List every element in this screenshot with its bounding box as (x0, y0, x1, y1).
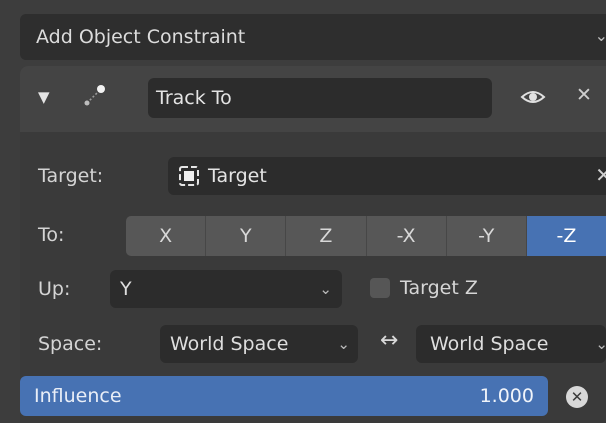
delete-constraint-icon[interactable]: ✕ (576, 84, 592, 106)
swap-spaces-icon[interactable]: ↔ (380, 328, 398, 353)
influence-slider[interactable]: Influence 1.000 (20, 376, 548, 416)
target-space-select[interactable]: World Space ⌄ (416, 325, 606, 363)
chevron-down-icon: ⌄ (595, 335, 606, 353)
properties-editor: Add Object Constraint ⌄ ▼ Track To ✕ Tar… (0, 0, 606, 423)
owner-space-value: World Space (170, 333, 289, 355)
axis-z-button[interactable]: Z (286, 216, 367, 256)
owner-space-select[interactable]: World Space ⌄ (160, 325, 358, 363)
target-label: Target: (38, 165, 104, 187)
chevron-down-icon: ⌄ (594, 26, 606, 45)
constraint-name-text: Track To (156, 87, 232, 109)
axis-x-button[interactable]: X (126, 216, 207, 256)
track-to-constraint-icon (84, 85, 105, 106)
influence-label: Influence (34, 385, 122, 407)
axis-neg-y-button[interactable]: -Y (446, 216, 527, 256)
clear-target-icon[interactable]: ✕ (595, 163, 606, 187)
target-z-checkbox[interactable] (370, 278, 390, 298)
reset-influence-icon[interactable]: ✕ (566, 386, 588, 408)
target-value: Target (208, 165, 267, 187)
target-space-value: World Space (430, 333, 549, 355)
up-axis-select[interactable]: Y ⌄ (110, 270, 342, 308)
eye-icon[interactable] (520, 86, 546, 108)
constraint-header: ▼ Track To ✕ (20, 66, 606, 132)
add-object-constraint-dropdown[interactable]: Add Object Constraint ⌄ (20, 14, 606, 60)
to-label: To: (38, 224, 65, 246)
constraint-name-field[interactable]: Track To (148, 78, 492, 118)
up-label: Up: (38, 278, 71, 300)
object-icon (178, 165, 200, 187)
track-axis-selector: X Y Z -X -Y -Z (126, 216, 606, 256)
axis-neg-x-button[interactable]: -X (366, 216, 447, 256)
track-to-constraint-panel: ▼ Track To ✕ Target: Target ✕ To: X Y Z … (20, 66, 606, 423)
target-z-label: Target Z (400, 277, 478, 299)
target-field[interactable]: Target ✕ (168, 157, 606, 195)
axis-y-button[interactable]: Y (206, 216, 287, 256)
reset-influence-glyph: ✕ (570, 388, 584, 406)
chevron-down-icon: ⌄ (319, 280, 332, 298)
collapse-triangle-icon[interactable]: ▼ (38, 88, 50, 106)
add-object-constraint-label: Add Object Constraint (36, 26, 246, 48)
axis-neg-z-button[interactable]: -Z (526, 216, 606, 256)
chevron-down-icon: ⌄ (337, 335, 350, 353)
space-label: Space: (38, 333, 103, 355)
influence-value: 1.000 (479, 385, 534, 407)
up-axis-value: Y (120, 278, 132, 300)
